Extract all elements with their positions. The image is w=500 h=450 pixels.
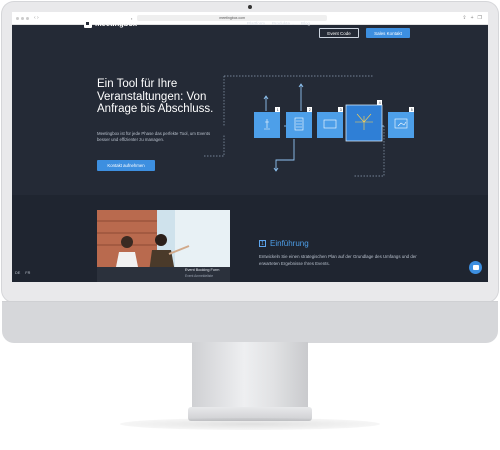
brand-logo[interactable]: meetingbox: [84, 19, 137, 28]
chat-button[interactable]: [469, 261, 482, 274]
stand-shadow: [120, 418, 380, 430]
language-de[interactable]: DE: [15, 271, 20, 275]
step-number-4: 4: [379, 101, 381, 105]
step-number-5: 5: [411, 108, 413, 112]
team-photo: [97, 210, 230, 272]
monitor-chin: [2, 301, 498, 343]
intro-section: [12, 195, 488, 282]
hero-description: Meetingbox ist für jede Phase das perfek…: [97, 131, 211, 143]
brand-name: meetingbox: [95, 19, 138, 28]
language-switcher: DE FR: [15, 271, 30, 275]
hero-title: Ein Tool für Ihre Veranstaltungen: Von A…: [97, 78, 214, 115]
process-diagram: 1 2 3 4 5: [204, 75, 414, 177]
step-number-3: 3: [340, 108, 342, 112]
section-number: 1: [261, 240, 264, 247]
camera-icon: [248, 5, 252, 9]
nav-blog[interactable]: Blog: [301, 21, 310, 26]
caption-title: Event Booking Form: [185, 268, 220, 272]
contact-cta-label: Kontakt aufnehmen: [107, 163, 145, 168]
event-code-label: Event Code: [327, 30, 351, 36]
step-box-5: [388, 112, 414, 138]
logo-mark-icon: [84, 19, 92, 28]
sales-contact-button[interactable]: Sales Kontakt: [366, 28, 410, 38]
chat-bubble-icon: [472, 265, 479, 270]
section-number-badge: 1: [259, 240, 266, 247]
step-box-3: [317, 112, 343, 138]
section-description: Entwickeln Sie einen strategischen Plan …: [259, 254, 417, 266]
step-box-2: [286, 112, 312, 138]
language-fr[interactable]: FR: [25, 271, 30, 275]
sales-contact-label: Sales Kontakt: [374, 30, 402, 36]
event-code-button[interactable]: Event Code: [319, 28, 359, 38]
step-number-1: 1: [277, 108, 279, 112]
nav-produkte[interactable]: Produkte ⌄: [272, 21, 295, 27]
down-arrow: [275, 139, 295, 171]
screen: ‹ › ◐ meetingbox.com ⇪ + ❐ meetingbox Pl…: [12, 12, 488, 282]
section-title: Einführung: [270, 239, 309, 248]
contact-cta-button[interactable]: Kontakt aufnehmen: [97, 160, 155, 171]
dashed-guide: [204, 134, 225, 157]
monitor-stand-neck: [192, 342, 308, 410]
step-number-2: 2: [309, 108, 311, 112]
caption-subtitle: Event Anmeldeliste: [185, 274, 214, 278]
nav-plattform[interactable]: Plattform: [247, 21, 265, 26]
